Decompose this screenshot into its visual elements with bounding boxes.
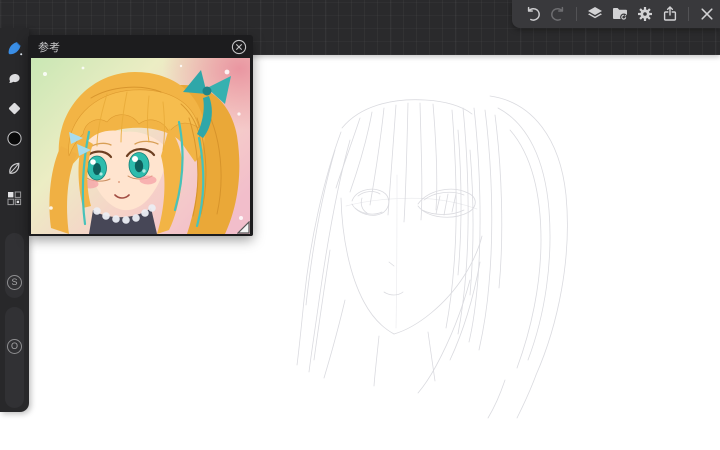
circle-close-icon: [231, 39, 247, 55]
eraser-tool-button[interactable]: [5, 99, 24, 118]
redo-icon: [549, 5, 567, 23]
gear-icon: [636, 5, 654, 23]
brush-tool-button[interactable]: [5, 39, 24, 58]
undo-icon: [524, 5, 542, 23]
brush-opacity-slider[interactable]: [5, 307, 24, 408]
brush-opacity-button[interactable]: O: [7, 339, 22, 354]
close-button[interactable]: [698, 5, 716, 23]
tool-sidebar: S O: [0, 28, 29, 412]
reference-close-button[interactable]: [231, 39, 247, 55]
curve-tool-button[interactable]: [5, 159, 24, 178]
layers-icon: [586, 5, 604, 23]
share-icon: [661, 5, 679, 23]
layers-button[interactable]: [586, 5, 604, 23]
color-swatch-button[interactable]: [5, 129, 24, 148]
color-swatch-icon: [5, 129, 24, 148]
resize-handle[interactable]: [237, 221, 250, 234]
reference-panel-header[interactable]: 参考: [28, 35, 253, 58]
import-image-button[interactable]: [611, 5, 629, 23]
reference-panel-title: 参考: [38, 39, 231, 55]
reference-panel: 参考: [28, 35, 253, 236]
settings-button[interactable]: [636, 5, 654, 23]
smudge-icon: [5, 69, 24, 88]
redo-button[interactable]: [549, 5, 567, 23]
toolbar-divider: [576, 7, 577, 21]
top-toolbar: [512, 0, 720, 28]
reference-image[interactable]: [31, 58, 250, 234]
export-button[interactable]: [661, 5, 679, 23]
folder-image-icon: [611, 5, 629, 23]
smudge-tool-button[interactable]: [5, 69, 24, 88]
brush-size-button[interactable]: S: [7, 275, 22, 290]
close-icon: [698, 5, 716, 23]
undo-button[interactable]: [524, 5, 542, 23]
brush-icon: [5, 39, 24, 58]
grid-icon: [5, 189, 24, 208]
pattern-tool-button[interactable]: [5, 189, 24, 208]
toolbar-divider: [688, 7, 689, 21]
leaf-icon: [5, 159, 24, 178]
eraser-icon: [5, 99, 24, 118]
